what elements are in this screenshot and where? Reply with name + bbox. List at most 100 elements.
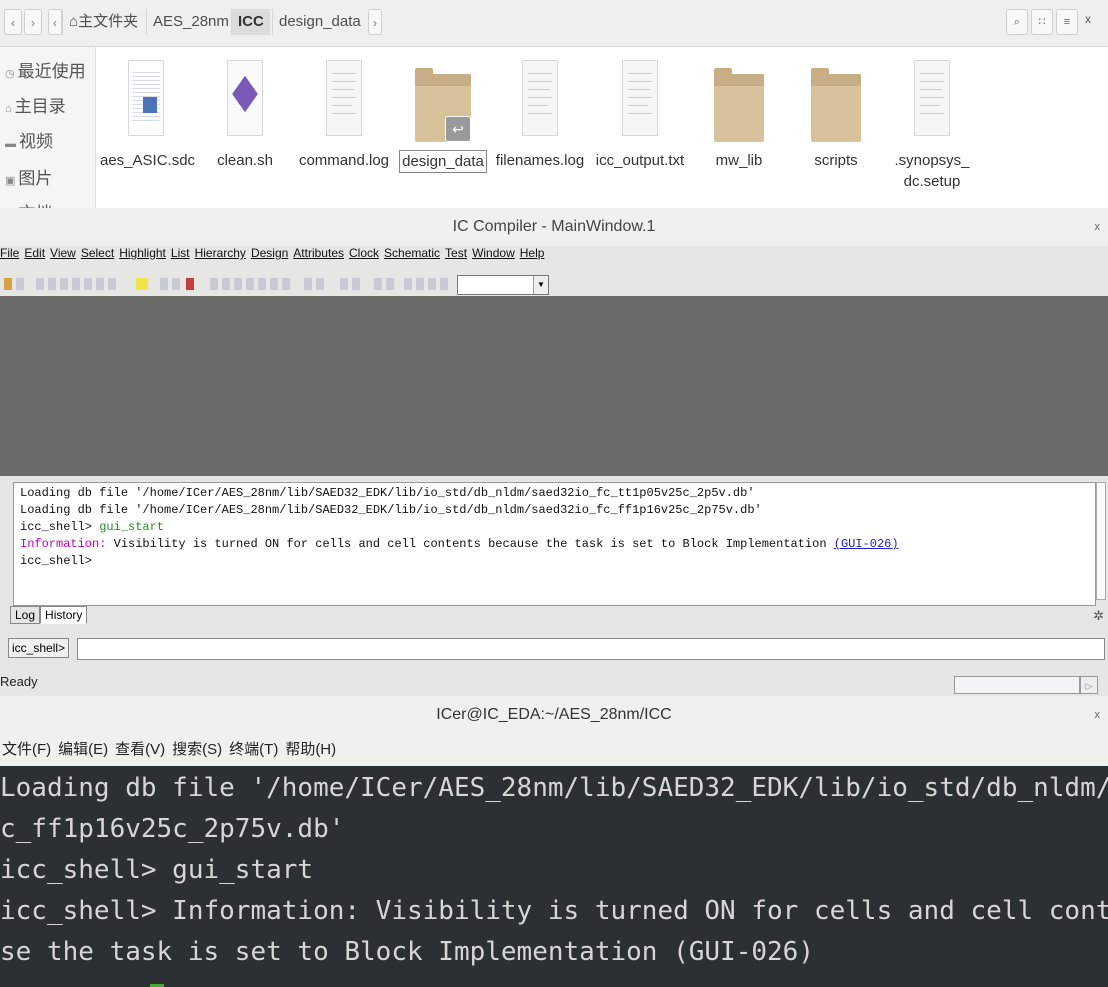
zoom-icon[interactable] bbox=[234, 278, 242, 290]
open-icon[interactable] bbox=[4, 278, 12, 290]
file-item[interactable]: filenames.log bbox=[492, 60, 588, 171]
terminal-window: ICer@IC_EDA:~/AES_28nm/ICC x 文件(F) 编辑(E) 查… bbox=[0, 696, 1108, 987]
zoom-icon[interactable] bbox=[270, 278, 278, 290]
file-item[interactable]: .synopsys_ dc.setup bbox=[884, 60, 980, 192]
view-icon[interactable] bbox=[374, 278, 382, 290]
file-item[interactable]: mw_lib bbox=[691, 60, 787, 171]
file-item[interactable]: command.log bbox=[296, 60, 392, 171]
menu-hierarchy[interactable]: Hierarchy bbox=[195, 246, 246, 260]
close-icon[interactable]: x bbox=[1085, 12, 1091, 26]
back-button[interactable]: ‹ bbox=[4, 9, 22, 35]
menu-button[interactable]: ≡ bbox=[1056, 9, 1078, 35]
file-item[interactable]: scripts bbox=[788, 60, 884, 171]
breadcrumb-left-button[interactable]: ‹ bbox=[48, 9, 62, 35]
info-icon[interactable] bbox=[60, 278, 68, 290]
file-item[interactable]: icc_output.txt bbox=[592, 60, 688, 171]
zoom-icon[interactable] bbox=[316, 278, 324, 290]
sidebar-item-documents[interactable]: ▭文档 bbox=[5, 199, 52, 208]
arrow-down-icon[interactable] bbox=[352, 278, 360, 290]
zoom-out-icon[interactable] bbox=[84, 278, 92, 290]
menu-attributes[interactable]: Attributes bbox=[293, 246, 344, 260]
text-file-icon bbox=[322, 60, 366, 142]
view-icon[interactable] bbox=[404, 278, 412, 290]
file-item[interactable]: aes_ASIC.sdc bbox=[98, 60, 195, 171]
view-icon[interactable] bbox=[386, 278, 394, 290]
menu-window[interactable]: Window bbox=[472, 246, 515, 260]
sidebar-item-videos[interactable]: ▬ 视频 bbox=[5, 127, 53, 152]
video-icon: ▬ bbox=[5, 138, 16, 150]
measure-icon[interactable] bbox=[172, 278, 180, 290]
zoom-fit-icon[interactable] bbox=[96, 278, 104, 290]
save-icon[interactable] bbox=[16, 278, 24, 290]
file-manager-sidebar: ◷最近使用 ⌂主目录 ▬视频 ▣图片 ▭文档 bbox=[0, 47, 96, 208]
menu-file[interactable]: File bbox=[0, 246, 19, 260]
zoom-icon[interactable] bbox=[258, 278, 266, 290]
view-toggle-button[interactable]: ∷ bbox=[1031, 9, 1053, 35]
breadcrumb-icc[interactable]: ICC bbox=[231, 9, 270, 35]
terminal-output[interactable]: Loading db file '/home/ICer/AES_28nm/lib… bbox=[0, 768, 1108, 987]
view-icon[interactable] bbox=[416, 278, 424, 290]
pan-icon[interactable] bbox=[108, 278, 116, 290]
zoom-icon[interactable] bbox=[304, 278, 312, 290]
file-manager-window: ‹ › ‹ ⌂主文件夹 AES_28nm ICC design_data › ⌕… bbox=[0, 0, 1108, 208]
zoom-icon[interactable] bbox=[222, 278, 230, 290]
gear-icon[interactable]: ✲ bbox=[1093, 608, 1104, 624]
breadcrumb-home[interactable]: ⌂主文件夹 bbox=[62, 9, 144, 35]
menu-design[interactable]: Design bbox=[251, 246, 288, 260]
sidebar-item-recent[interactable]: ◷ 最近使用 bbox=[5, 57, 86, 82]
console-line: Information: Visibility is turned ON for… bbox=[20, 537, 899, 551]
command-input[interactable] bbox=[77, 638, 1105, 660]
gui-026-link[interactable]: (GUI-026) bbox=[834, 537, 899, 551]
tab-history[interactable]: History bbox=[40, 606, 88, 624]
pencil-icon[interactable] bbox=[48, 278, 56, 290]
layout-canvas[interactable] bbox=[0, 296, 1108, 476]
sidebar-item-home[interactable]: ⌂ 主目录 bbox=[5, 92, 66, 117]
status-button[interactable]: ▷ bbox=[1080, 676, 1098, 694]
select-icon[interactable] bbox=[36, 278, 44, 290]
breadcrumb-design-data[interactable]: design_data bbox=[272, 9, 367, 35]
search-button[interactable]: ⌕ bbox=[1006, 9, 1028, 35]
menu-help[interactable]: 帮助(H) bbox=[285, 741, 336, 758]
text-file-icon bbox=[910, 60, 954, 142]
color-icon[interactable] bbox=[136, 278, 148, 290]
command-row: icc_shell> bbox=[0, 636, 1108, 662]
breadcrumb-right-button[interactable]: › bbox=[368, 9, 382, 35]
tab-log[interactable]: Log bbox=[10, 606, 41, 624]
menu-file[interactable]: 文件(F) bbox=[2, 741, 51, 758]
menu-terminal[interactable]: 终端(T) bbox=[229, 741, 278, 758]
window-title: ICer@IC_EDA:~/AES_28nm/ICC bbox=[436, 706, 672, 723]
menu-select[interactable]: Select bbox=[81, 246, 114, 260]
menu-clock[interactable]: Clock bbox=[349, 246, 379, 260]
close-icon[interactable]: x bbox=[1095, 208, 1101, 246]
menu-highlight[interactable]: Highlight bbox=[119, 246, 166, 260]
ruler-icon[interactable] bbox=[160, 278, 168, 290]
terminal-menubar: 文件(F) 编辑(E) 查看(V) 搜索(S) 终端(T) 帮助(H) bbox=[0, 734, 1108, 766]
breadcrumb-aes[interactable]: AES_28nm bbox=[146, 9, 235, 35]
layers-icon[interactable] bbox=[186, 278, 194, 290]
menu-search[interactable]: 搜索(S) bbox=[172, 741, 222, 758]
console-scrollbar[interactable] bbox=[1096, 482, 1106, 600]
menu-help[interactable]: Help bbox=[520, 246, 545, 260]
command-prompt-label: icc_shell> bbox=[8, 638, 70, 658]
file-item-selected[interactable]: ↩ design_data bbox=[395, 60, 491, 173]
menu-list[interactable]: List bbox=[171, 246, 190, 260]
zoom-icon[interactable] bbox=[210, 278, 218, 290]
chevron-down-icon: ▼ bbox=[533, 276, 548, 294]
menu-edit[interactable]: 编辑(E) bbox=[58, 741, 108, 758]
toolbar-combobox[interactable]: ▼ bbox=[457, 275, 549, 295]
view-icon[interactable] bbox=[428, 278, 436, 290]
zoom-icon[interactable] bbox=[246, 278, 254, 290]
arrow-up-icon[interactable] bbox=[340, 278, 348, 290]
menu-view[interactable]: View bbox=[50, 246, 76, 260]
menu-view[interactable]: 查看(V) bbox=[115, 741, 165, 758]
zoom-icon[interactable] bbox=[282, 278, 290, 290]
file-item[interactable]: clean.sh bbox=[197, 60, 293, 171]
forward-button[interactable]: › bbox=[24, 9, 42, 35]
zoom-in-icon[interactable] bbox=[72, 278, 80, 290]
menu-edit[interactable]: Edit bbox=[24, 246, 45, 260]
menu-test[interactable]: Test bbox=[445, 246, 467, 260]
menu-schematic[interactable]: Schematic bbox=[384, 246, 440, 260]
close-icon[interactable]: x bbox=[1095, 696, 1101, 734]
sidebar-item-pictures[interactable]: ▣ 图片 bbox=[5, 164, 52, 189]
view-icon[interactable] bbox=[440, 278, 448, 290]
